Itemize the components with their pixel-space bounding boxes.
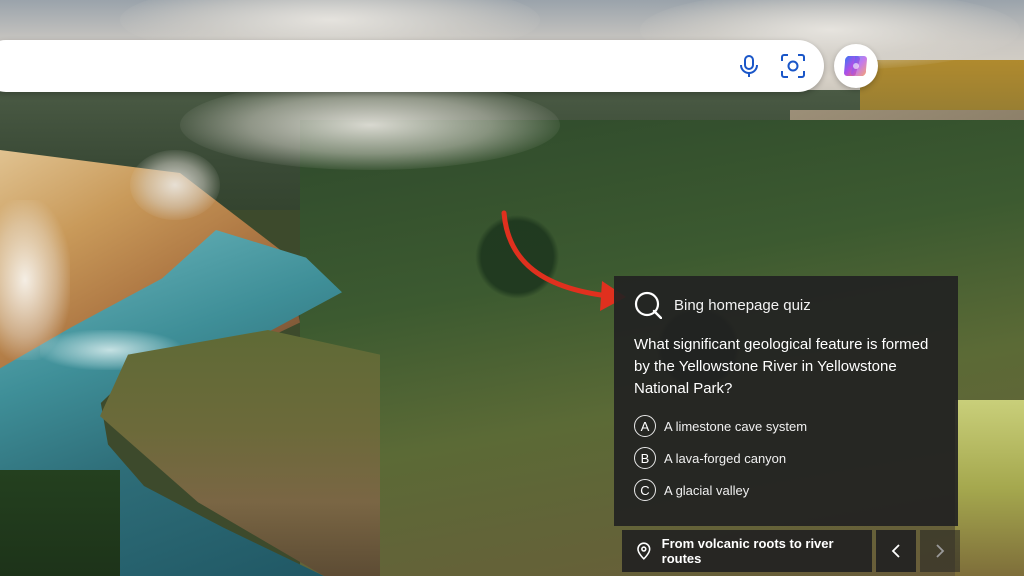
- quiz-option-b[interactable]: B A lava-forged canyon: [634, 446, 938, 470]
- quiz-option-a[interactable]: A A limestone cave system: [634, 414, 938, 438]
- fog-cloud: [130, 150, 220, 220]
- option-text: A glacial valley: [664, 482, 750, 498]
- next-image-button[interactable]: [920, 530, 960, 572]
- visual-search-icon[interactable]: [776, 49, 810, 83]
- foreground-trees: [0, 470, 120, 576]
- quiz-header[interactable]: Bing homepage quiz: [634, 290, 938, 320]
- quiz-title: Bing homepage quiz: [674, 296, 811, 314]
- steam-vent: [0, 200, 70, 360]
- image-caption-link[interactable]: From volcanic roots to river routes: [622, 530, 872, 572]
- fog-cloud: [180, 80, 560, 170]
- option-letter-badge: B: [634, 447, 656, 469]
- search-bar: [0, 40, 824, 92]
- quiz-search-icon: [634, 291, 662, 319]
- quiz-options: A A limestone cave system B A lava-forge…: [634, 414, 938, 502]
- option-letter-badge: A: [634, 415, 656, 437]
- quiz-card: Bing homepage quiz What significant geol…: [614, 276, 958, 526]
- option-text: A limestone cave system: [664, 418, 808, 434]
- microphone-icon[interactable]: [732, 49, 766, 83]
- foreground-grass: [955, 400, 1024, 576]
- copilot-icon: [844, 56, 867, 76]
- quiz-question: What significant geological feature is f…: [634, 336, 929, 397]
- option-letter-badge: C: [634, 479, 656, 501]
- option-text: A lava-forged canyon: [664, 450, 787, 466]
- copilot-button[interactable]: [834, 44, 878, 88]
- chevron-right-icon: [936, 544, 945, 558]
- chevron-left-icon: [891, 544, 900, 558]
- caption-text: From volcanic roots to river routes: [661, 536, 834, 566]
- search-input[interactable]: [20, 50, 700, 82]
- quiz-option-c[interactable]: C A glacial valley: [634, 478, 938, 502]
- previous-image-button[interactable]: [876, 530, 916, 572]
- location-pin-icon: [637, 542, 651, 560]
